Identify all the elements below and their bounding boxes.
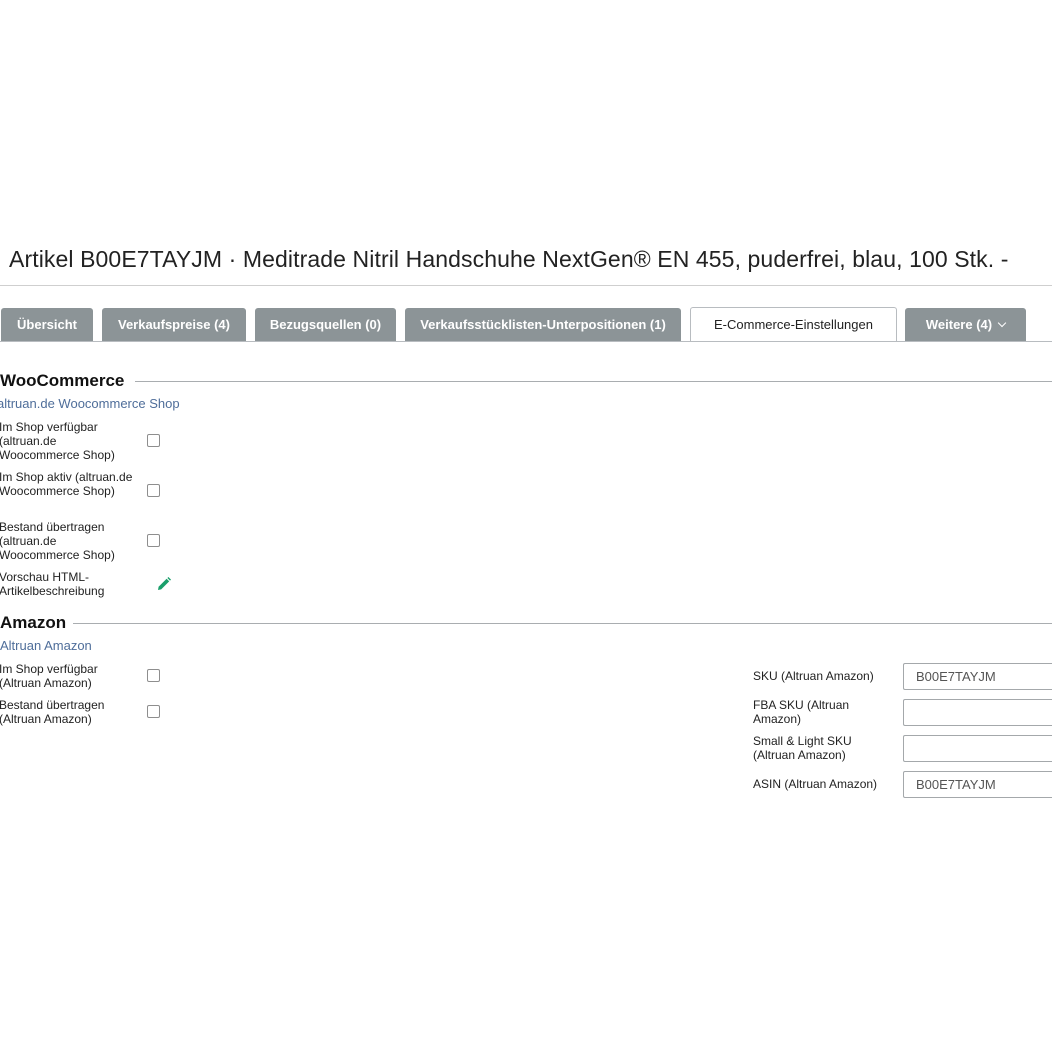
tab-weitere[interactable]: Weitere (4) [905, 308, 1026, 341]
shop-link-amazon[interactable]: Altruan Amazon [0, 638, 92, 653]
checkbox-woo-verfuegbar[interactable] [147, 434, 160, 447]
field-label-vorschau: Vorschau HTML-Artikelbeschreibung [0, 570, 105, 598]
field-label-amazon-verfuegbar: Im Shop verfügbar (Altruan Amazon) [0, 662, 98, 690]
section-title-woocommerce: WooCommerce [0, 371, 125, 390]
tab-label: Weitere (4) [925, 317, 993, 332]
tab-label: E-Commerce-Einstellungen [714, 317, 873, 332]
tab-label: Verkaufspreise (4) [117, 317, 230, 332]
input-label-sku: SKU (Altruan Amazon) [753, 669, 874, 683]
checkbox-woo-aktiv[interactable] [147, 484, 160, 497]
tab-label: Bezugsquellen (0) [269, 317, 382, 332]
tab-label: Übersicht [17, 317, 77, 332]
field-label-amazon-bestand: Bestand übertragen (Altruan Amazon) [0, 698, 105, 726]
tab-bezugsquellen[interactable]: Bezugsquellen (0) [255, 308, 396, 341]
asin-input[interactable] [903, 771, 1052, 798]
section-divider [73, 623, 1052, 624]
checkbox-woo-bestand[interactable] [147, 534, 160, 547]
checkbox-amazon-verfuegbar[interactable] [147, 669, 160, 682]
section-divider [135, 381, 1052, 382]
sku-input[interactable] [903, 663, 1052, 690]
chevron-down-icon [997, 318, 1007, 327]
tab-ecommerce-einstellungen[interactable]: E-Commerce-Einstellungen [690, 307, 897, 342]
tabs-divider [0, 341, 1052, 342]
field-label-woo-verfuegbar: Im Shop verfügbar (altruan.de Woocommerc… [0, 420, 115, 462]
field-label-woo-bestand: Bestand übertragen (altruan.de Woocommer… [0, 520, 115, 562]
page-title: Artikel B00E7TAYJM · Meditrade Nitril Ha… [9, 246, 1009, 272]
section-title-amazon: Amazon [0, 613, 67, 632]
checkbox-amazon-bestand[interactable] [147, 705, 160, 718]
fba-sku-input[interactable] [903, 699, 1052, 726]
article-page: Artikel B00E7TAYJM · Meditrade Nitril Ha… [0, 0, 1052, 1052]
input-label-fba-sku: FBA SKU (Altruan Amazon) [753, 698, 850, 726]
tab-verkaufsstuecklisten[interactable]: Verkaufsstücklisten-Unterpositionen (1) [405, 308, 681, 341]
field-label-woo-aktiv: Im Shop aktiv (altruan.de Woocommerce Sh… [0, 470, 133, 498]
tab-uebersicht[interactable]: Übersicht [1, 308, 93, 341]
title-divider [0, 285, 1052, 286]
input-label-small-light-sku: Small & Light SKU (Altruan Amazon) [753, 734, 852, 762]
pencil-icon[interactable] [156, 576, 172, 592]
shop-link-woocommerce[interactable]: altruan.de Woocommerce Shop [0, 396, 180, 411]
small-light-sku-input[interactable] [903, 735, 1052, 762]
input-label-asin: ASIN (Altruan Amazon) [753, 777, 878, 791]
tab-verkaufspreise[interactable]: Verkaufspreise (4) [102, 308, 246, 341]
tab-label: Verkaufsstücklisten-Unterpositionen (1) [420, 317, 666, 332]
